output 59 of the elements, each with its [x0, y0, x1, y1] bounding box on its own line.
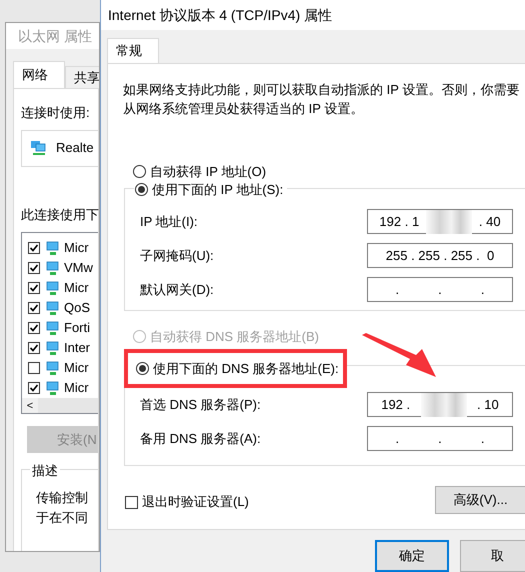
blurred-digits: [426, 210, 472, 234]
field-label: 默认网关(D):: [140, 280, 214, 299]
radio-label: 自动获得 DNS 服务器地址(B): [150, 328, 319, 346]
tab[interactable]: 常规: [107, 38, 159, 63]
component-name[interactable]: Micr: [64, 278, 89, 298]
network-component-icon: [44, 340, 60, 356]
checkbox[interactable]: [28, 382, 40, 394]
ip-address-field[interactable]: 255 . 255 . 255 . 0: [367, 243, 513, 268]
field-label: 首选 DNS 服务器(P):: [140, 396, 261, 414]
dialog-title: Internet 协议版本 4 (TCP/IPv4) 属性: [108, 6, 332, 25]
component-name[interactable]: VMw: [64, 258, 93, 278]
blurred-digits: [420, 392, 467, 416]
dialog-button[interactable]: 取: [460, 540, 525, 572]
radio-button[interactable]: [135, 182, 148, 196]
network-component-icon: [44, 280, 60, 296]
network-component-icon: [44, 300, 60, 316]
component-name[interactable]: Micr: [64, 238, 89, 258]
component-name[interactable]: Forti: [64, 318, 90, 338]
field-label: 备用 DNS 服务器(A):: [140, 430, 261, 448]
radio-label: 使用下面的 IP 地址(S):: [152, 180, 284, 199]
description-text: 于在不同: [36, 509, 89, 527]
network-component-icon: [44, 360, 60, 376]
checkbox[interactable]: [28, 362, 40, 374]
checkbox[interactable]: [28, 322, 40, 334]
field-label: IP 地址(I):: [140, 212, 198, 231]
field-label: 子网掩码(U):: [140, 246, 214, 265]
checkbox[interactable]: [28, 242, 40, 254]
component-name[interactable]: Inter: [64, 338, 90, 358]
checkbox[interactable]: [28, 302, 40, 314]
radio-label: 使用下面的 DNS 服务器地址(E):: [153, 360, 339, 378]
ip-address-field[interactable]: 192 . 1 . 40: [367, 209, 513, 234]
radio-label: 自动获得 IP 地址(O): [150, 163, 266, 181]
dialog-button[interactable]: 确定: [375, 540, 450, 572]
checkbox[interactable]: [28, 262, 40, 274]
network-component-icon: [44, 320, 60, 336]
checkbox[interactable]: [28, 282, 40, 294]
advanced-button[interactable]: 高级(V)...: [435, 486, 525, 514]
component-name[interactable]: QoS: [64, 298, 90, 318]
ip-address-field[interactable]: 192 . . 10: [367, 392, 513, 417]
component-name[interactable]: Micr: [64, 378, 89, 398]
intro-text: 如果网络支持此功能，则可以获取自动指派的 IP 设置。否则，你需要从网络系统管理员处获得适当的 IP 设置。: [123, 81, 520, 118]
checkbox[interactable]: [125, 496, 138, 508]
network-component-icon: [44, 380, 60, 396]
ip-address-field[interactable]: . . .: [367, 277, 513, 302]
radio-button[interactable]: [136, 362, 149, 375]
ip-address-field[interactable]: . . .: [367, 426, 513, 451]
network-component-icon: [44, 260, 60, 276]
connect-using-label: 连接时使用:: [21, 104, 91, 122]
checkbox[interactable]: [28, 342, 40, 354]
radio-button[interactable]: [133, 165, 146, 178]
component-name[interactable]: Micr: [64, 358, 89, 378]
items-label: 此连接使用下: [21, 206, 98, 224]
description-text: 传输控制: [36, 489, 89, 507]
network-adapter-icon: [30, 140, 48, 156]
checkbox-label: 退出时验证设置(L): [142, 493, 249, 512]
network-component-icon: [44, 240, 60, 256]
adapter-name: Realte: [56, 139, 94, 158]
tab[interactable]: 网络: [13, 61, 65, 88]
window-title: 以太网 属性: [18, 26, 92, 46]
